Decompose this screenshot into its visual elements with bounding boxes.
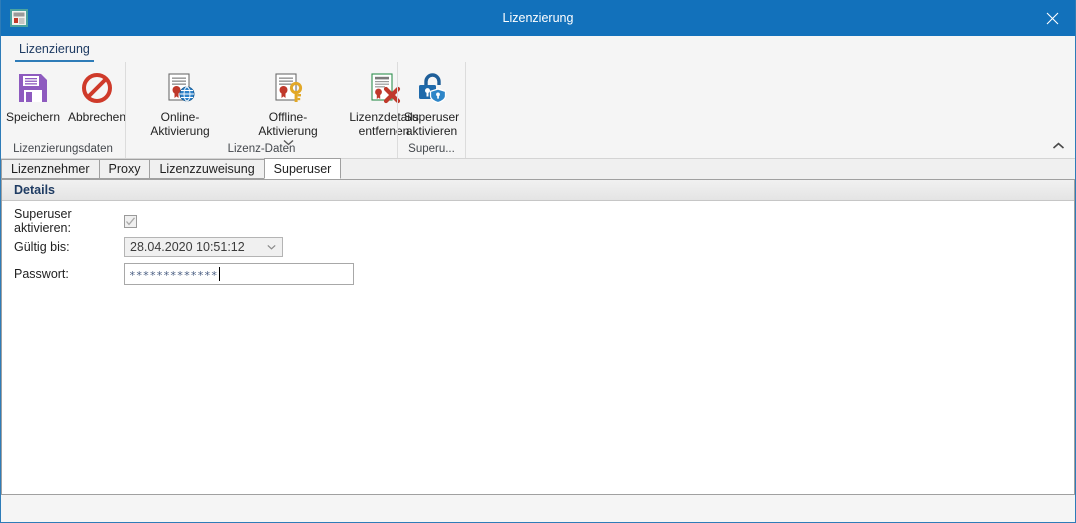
- ribbon-group-superuser: Superuser aktivieren Superu...: [397, 62, 465, 158]
- certificate-globe-icon: [163, 70, 197, 106]
- abbrechen-button[interactable]: Abbrechen: [65, 65, 129, 125]
- group-label-lizenz-daten: Lizenz-Daten: [227, 143, 296, 155]
- password-label: Passwort:: [14, 267, 69, 281]
- abbrechen-label: Abbrechen: [67, 110, 127, 124]
- title-bar: Lizenzierung: [1, 0, 1075, 36]
- tab-proxy[interactable]: Proxy: [98, 159, 151, 179]
- lizenzierung-window: Lizenzierung Lizenzierung Speichern Abbr…: [0, 0, 1076, 523]
- text-caret: [218, 267, 220, 281]
- offline-aktivierung-label: Offline-Aktivierung: [258, 110, 318, 138]
- row-valid-until: Gültig bis: 28.04.2020 10:51:12: [14, 235, 1074, 259]
- form-tab-bar: Lizenznehmer Proxy Lizenzzuweisung Super…: [1, 158, 1075, 180]
- group-label-lizenzierungsdaten: Lizenzierungsdaten: [13, 143, 113, 155]
- online-aktivierung-button[interactable]: Online-Aktivierung: [126, 65, 234, 139]
- certificate-key-icon: [271, 70, 305, 106]
- floppy-save-icon: [16, 70, 50, 106]
- group-label-superuser: Superu...: [408, 143, 455, 155]
- tab-superuser[interactable]: Superuser: [263, 158, 342, 179]
- close-button[interactable]: [1029, 0, 1075, 36]
- app-icon: [9, 8, 29, 28]
- valid-until-datefield[interactable]: 28.04.2020 10:51:12: [124, 237, 283, 257]
- row-superuser-activate: Superuser aktivieren:: [14, 207, 1074, 235]
- cancel-circle-icon: [80, 70, 114, 106]
- superuser-activate-label: Superuser aktivieren:: [14, 207, 72, 235]
- ribbon-tab-bar: Lizenzierung: [1, 36, 1075, 62]
- tab-content-superuser: Details Superuser aktivieren: Gültig bis…: [1, 180, 1075, 495]
- ribbon-body: Speichern Abbrechen Lizenzierungsdaten O…: [1, 62, 1075, 158]
- row-password: Passwort: *************: [14, 261, 1074, 287]
- superuser-aktivieren-label: Superuser aktivieren: [403, 110, 460, 138]
- ribbon-collapse-button[interactable]: [1047, 136, 1069, 156]
- valid-until-value: 28.04.2020 10:51:12: [130, 240, 245, 254]
- ribbon-group-lizenzierungsdaten: Speichern Abbrechen Lizenzierungsdaten: [1, 62, 126, 158]
- superuser-aktivieren-button[interactable]: Superuser aktivieren: [395, 65, 469, 139]
- chevron-down-icon[interactable]: [267, 238, 276, 256]
- superuser-activate-checkbox[interactable]: [124, 214, 137, 228]
- lock-shield-icon: [415, 70, 449, 106]
- tab-lizenznehmer[interactable]: Lizenznehmer: [1, 159, 100, 179]
- ribbon-tab-lizenzierung[interactable]: Lizenzierung: [15, 42, 94, 62]
- ribbon-group-lizenz-daten: Online-Aktivierung Offline-Aktivierung L…: [125, 62, 419, 158]
- speichern-label: Speichern: [5, 110, 61, 124]
- speichern-button[interactable]: Speichern: [1, 65, 65, 125]
- online-aktivierung-label: Online-Aktivierung: [150, 110, 210, 138]
- password-value: *************: [129, 268, 218, 282]
- ribbon: Lizenzierung Speichern Abbrechen Lizenzi…: [1, 36, 1075, 159]
- password-input[interactable]: *************: [124, 263, 354, 285]
- superuser-form: Superuser aktivieren: Gültig bis: 28.04.…: [2, 201, 1074, 287]
- ribbon-group-divider: [465, 62, 466, 158]
- check-icon: [126, 216, 135, 225]
- tab-lizenzzuweisung[interactable]: Lizenzzuweisung: [149, 159, 265, 179]
- window-title: Lizenzierung: [502, 11, 574, 25]
- valid-until-label: Gültig bis:: [14, 240, 70, 254]
- details-header: Details: [2, 180, 1074, 201]
- offline-aktivierung-button[interactable]: Offline-Aktivierung: [234, 65, 342, 147]
